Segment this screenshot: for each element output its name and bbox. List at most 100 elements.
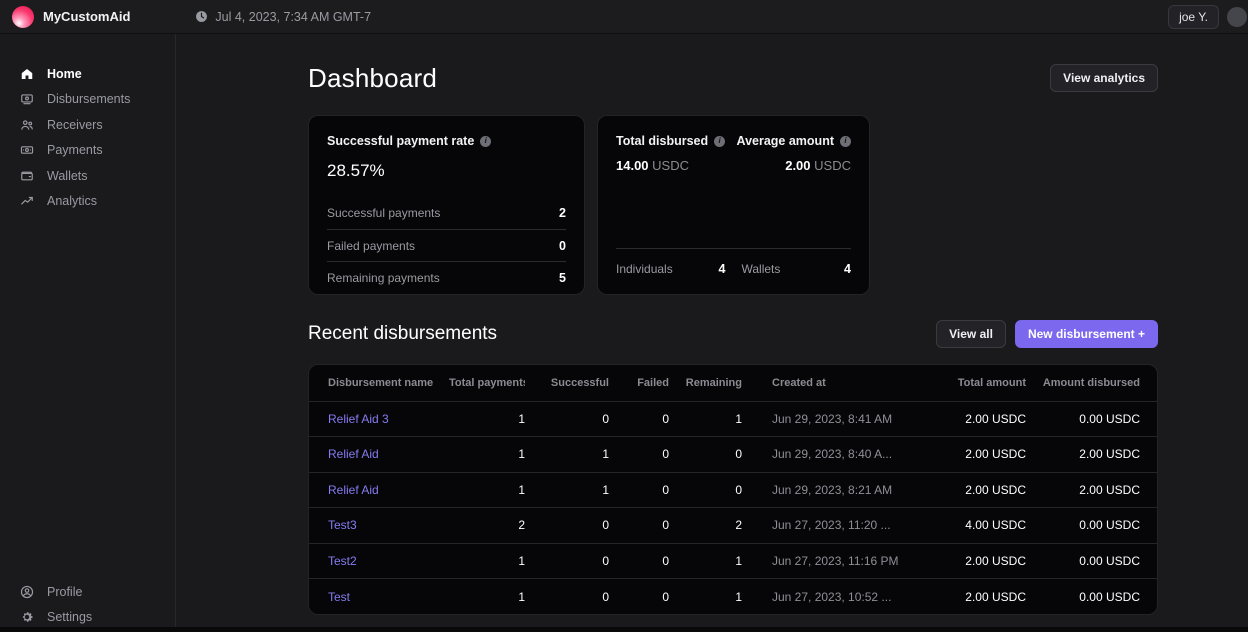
clock-icon xyxy=(194,10,208,24)
table-cell: 2.00 USDC xyxy=(949,437,1026,473)
table-cell: 1 xyxy=(449,401,525,437)
table-cell: 0 xyxy=(525,508,609,544)
disbursement-link[interactable]: Relief Aid 3 xyxy=(328,412,389,426)
sidebar-item-label: Profile xyxy=(47,585,82,599)
column-header: Failed xyxy=(609,365,669,401)
payment-rate-card: Successful payment rate i 28.57% Success… xyxy=(308,115,585,295)
total-disbursed-amount: 14.00 xyxy=(616,158,649,173)
table-cell: 0 xyxy=(525,401,609,437)
disbursement-name-cell: Relief Aid xyxy=(309,472,449,508)
disbursement-name-cell: Relief Aid 3 xyxy=(309,401,449,437)
table-cell: 0 xyxy=(609,543,669,579)
table-row: Relief Aid1100Jun 29, 2023, 8:40 A...2.0… xyxy=(309,437,1158,473)
app-logo xyxy=(12,6,34,28)
table-cell: 2.00 USDC xyxy=(949,579,1026,615)
payments-icon xyxy=(20,143,34,157)
sidebar-item-home[interactable]: Home xyxy=(0,61,175,87)
stat-value: 0 xyxy=(559,239,566,253)
table-cell: 2.00 USDC xyxy=(949,543,1026,579)
table-cell: 0 xyxy=(609,472,669,508)
table-cell: 1 xyxy=(669,401,742,437)
table-cell: 1 xyxy=(669,579,742,615)
wallets-stat: Wallets 4 xyxy=(742,262,852,276)
table-cell: 4.00 USDC xyxy=(949,508,1026,544)
table-cell: 2.00 USDC xyxy=(1026,472,1158,508)
pair-label: Individuals xyxy=(616,262,673,276)
table-row: Test21001Jun 27, 2023, 11:16 PM2.00 USDC… xyxy=(309,543,1158,579)
currency-label: USDC xyxy=(814,158,851,173)
info-icon[interactable]: i xyxy=(840,136,851,147)
sidebar-item-label: Home xyxy=(47,67,82,81)
disbursement-link[interactable]: Relief Aid xyxy=(328,483,379,497)
gear-icon xyxy=(20,610,34,624)
table-cell: 1 xyxy=(449,437,525,473)
sidebar-item-analytics[interactable]: Analytics xyxy=(0,189,175,215)
receivers-icon xyxy=(20,118,34,132)
table-cell: Jun 29, 2023, 8:40 A... xyxy=(742,437,949,473)
table-header-row: Disbursement nameTotal paymentsSuccessfu… xyxy=(309,365,1158,401)
sidebar-item-receivers[interactable]: Receivers xyxy=(0,112,175,138)
table-cell: 0.00 USDC xyxy=(1026,579,1158,615)
disbursement-link[interactable]: Test xyxy=(328,590,350,604)
column-header: Disbursement name xyxy=(309,365,449,401)
disbursement-link[interactable]: Test3 xyxy=(328,518,357,532)
stat-value: 2 xyxy=(559,206,566,220)
payment-rate-value: 28.57% xyxy=(327,161,566,181)
card-title: Total disbursed xyxy=(616,134,708,148)
table-cell: 2.00 USDC xyxy=(1026,437,1158,473)
sidebar-item-label: Payments xyxy=(47,143,103,157)
stat-value: 5 xyxy=(559,271,566,285)
total-disbursed-card: Total disbursed i 14.00 USDC Average amo… xyxy=(597,115,870,295)
datetime-display: Jul 4, 2023, 7:34 AM GMT-7 xyxy=(194,10,371,24)
sidebar-item-label: Disbursements xyxy=(47,92,130,106)
disbursements-table-body: Relief Aid 31001Jun 29, 2023, 8:41 AM2.0… xyxy=(309,401,1158,614)
table-row: Relief Aid1100Jun 29, 2023, 8:21 AM2.00 … xyxy=(309,472,1158,508)
top-bar: MyCustomAid Jul 4, 2023, 7:34 AM GMT-7 j… xyxy=(0,0,1248,34)
brand-name: MyCustomAid xyxy=(43,9,130,24)
sidebar-item-label: Settings xyxy=(47,610,92,624)
disbursement-link[interactable]: Relief Aid xyxy=(328,447,379,461)
table-cell: 0.00 USDC xyxy=(1026,401,1158,437)
view-analytics-button[interactable]: View analytics xyxy=(1050,64,1158,92)
table-cell: 1 xyxy=(449,543,525,579)
sidebar-item-disbursements[interactable]: Disbursements xyxy=(0,87,175,113)
table-cell: 0 xyxy=(525,543,609,579)
column-header: Successful xyxy=(525,365,609,401)
sidebar-item-payments[interactable]: Payments xyxy=(0,138,175,164)
table-row: Test32002Jun 27, 2023, 11:20 ...4.00 USD… xyxy=(309,508,1158,544)
view-all-button[interactable]: View all xyxy=(936,320,1006,348)
pair-value: 4 xyxy=(844,262,851,276)
stat-row-failed: Failed payments 0 xyxy=(327,229,566,261)
sidebar-item-profile[interactable]: Profile xyxy=(0,579,175,605)
table-cell: 0 xyxy=(609,401,669,437)
table-cell: 0.00 USDC xyxy=(1026,508,1158,544)
table-cell: 1 xyxy=(525,437,609,473)
datetime-text: Jul 4, 2023, 7:34 AM GMT-7 xyxy=(215,10,371,24)
new-disbursement-button[interactable]: New disbursement + xyxy=(1015,320,1158,348)
sidebar-item-wallets[interactable]: Wallets xyxy=(0,163,175,189)
table-cell: Jun 29, 2023, 8:41 AM xyxy=(742,401,949,437)
disbursements-table: Disbursement nameTotal paymentsSuccessfu… xyxy=(308,364,1158,615)
table-cell: 0 xyxy=(525,579,609,615)
avatar[interactable] xyxy=(1227,7,1247,27)
table-cell: 2 xyxy=(669,508,742,544)
table-cell: 0 xyxy=(609,437,669,473)
home-icon xyxy=(20,67,34,81)
main-content: Dashboard View analytics Successful paym… xyxy=(176,34,1248,632)
window-bottom-edge xyxy=(0,627,1248,632)
individuals-stat: Individuals 4 xyxy=(616,262,726,276)
info-icon[interactable]: i xyxy=(480,136,491,147)
currency-label: USDC xyxy=(652,158,689,173)
disbursement-name-cell: Relief Aid xyxy=(309,437,449,473)
average-amount: 2.00 xyxy=(785,158,810,173)
info-icon[interactable]: i xyxy=(714,136,725,147)
table-cell: 1 xyxy=(525,472,609,508)
user-menu-button[interactable]: joe Y. xyxy=(1168,5,1219,29)
column-header: Total amount xyxy=(949,365,1026,401)
table-cell: 1 xyxy=(449,472,525,508)
column-header: Created at xyxy=(742,365,949,401)
wallets-icon xyxy=(20,169,34,183)
table-cell: 2.00 USDC xyxy=(949,472,1026,508)
disbursement-link[interactable]: Test2 xyxy=(328,554,357,568)
table-cell: 2 xyxy=(449,508,525,544)
